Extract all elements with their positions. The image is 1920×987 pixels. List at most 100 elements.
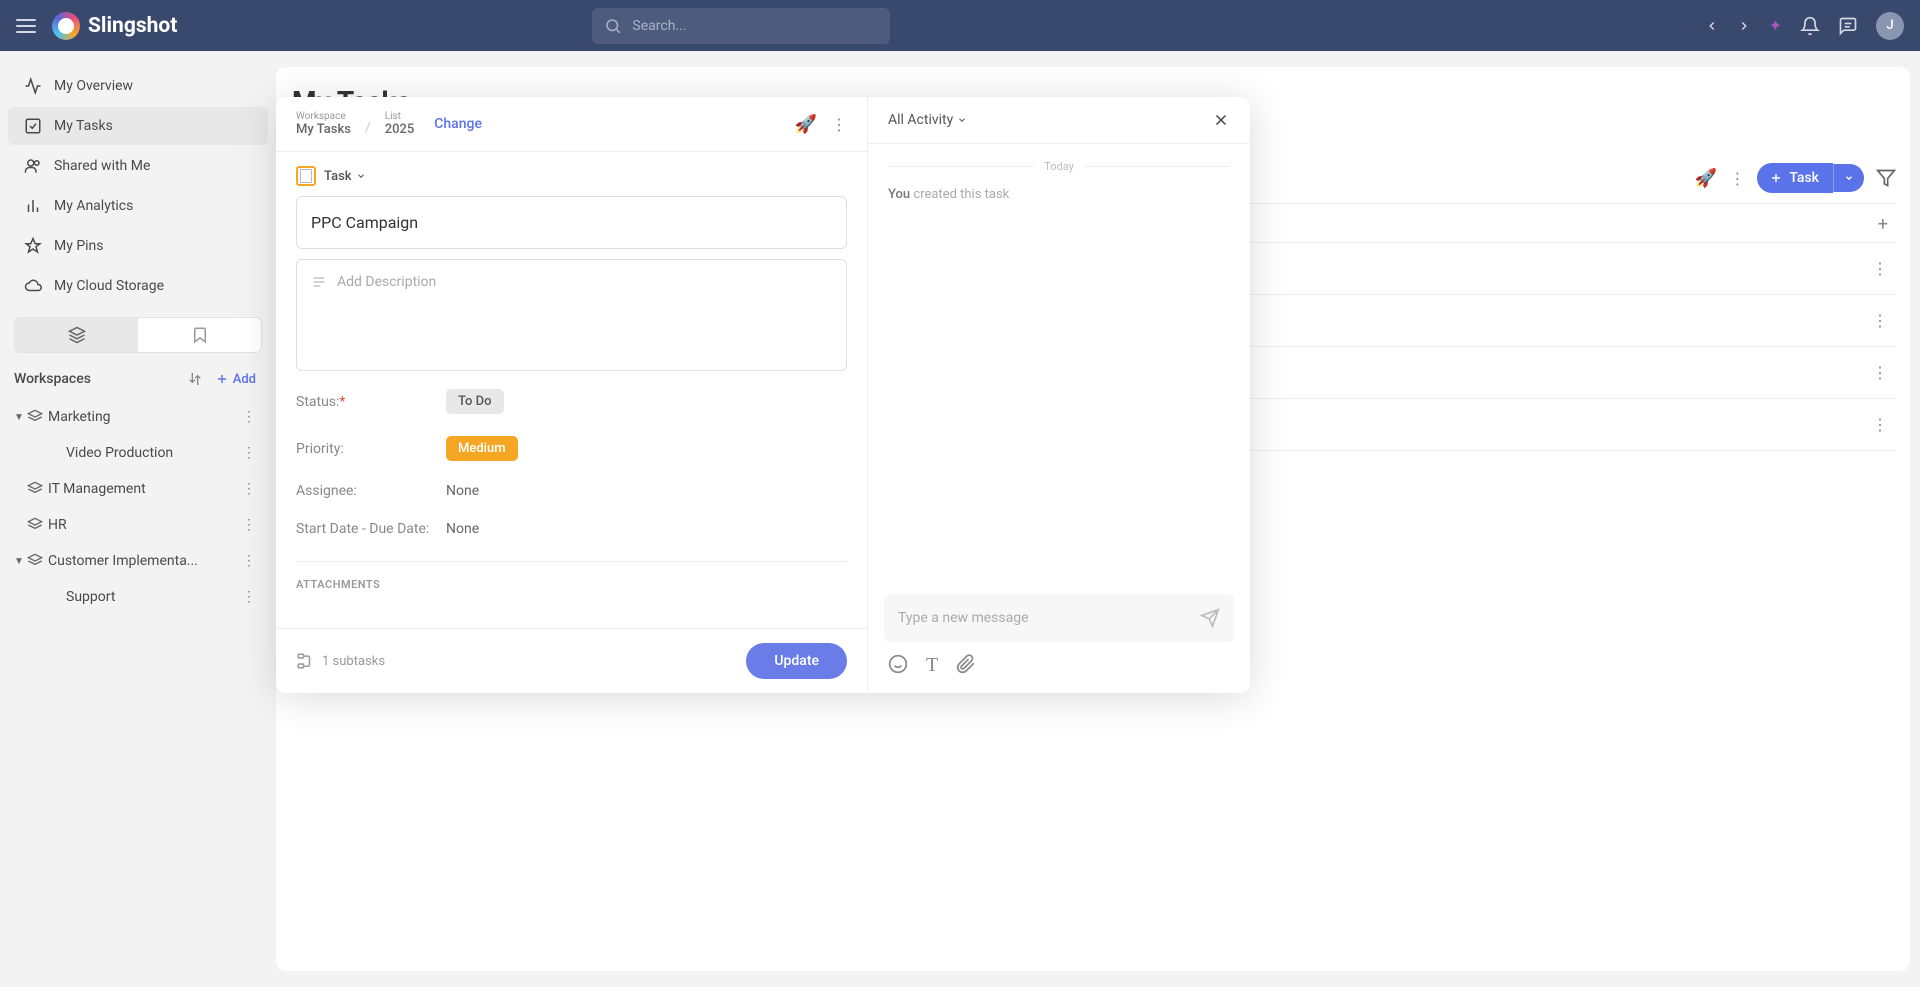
workspace-hr[interactable]: HR⋮	[8, 507, 268, 543]
sidebar-item-overview[interactable]: My Overview	[8, 67, 268, 105]
add-workspace-button[interactable]: Add	[209, 372, 262, 387]
more-icon[interactable]: ⋮	[236, 589, 262, 605]
workspace-customer-impl[interactable]: ▼Customer Implementa...⋮	[8, 543, 268, 579]
dates-value[interactable]: None	[446, 521, 479, 537]
workspaces-header: Workspaces Add	[8, 361, 268, 397]
text-icon	[311, 274, 327, 290]
sidebar-item-label: My Cloud Storage	[54, 278, 164, 294]
workspaces-label: Workspaces	[14, 371, 91, 387]
cloud-icon	[24, 277, 42, 295]
workspace-marketing[interactable]: ▼Marketing⋮	[8, 399, 268, 435]
users-icon	[24, 157, 42, 175]
toggle-workspaces[interactable]	[15, 318, 138, 352]
rocket-icon[interactable]: 🚀	[795, 114, 817, 135]
more-icon[interactable]: ⋮	[236, 517, 262, 533]
send-icon	[1200, 608, 1220, 628]
assignee-value[interactable]: None	[446, 483, 479, 499]
more-icon[interactable]: ⋮	[236, 481, 262, 497]
nav-forward-button[interactable]	[1737, 19, 1751, 33]
logo-text: Slingshot	[88, 14, 177, 38]
sidebar: My Overview My Tasks Shared with Me My A…	[0, 51, 276, 987]
more-icon[interactable]: ⋮	[236, 445, 262, 461]
message-input[interactable]	[898, 610, 1200, 626]
sidebar-item-pins[interactable]: My Pins	[8, 227, 268, 265]
priority-badge[interactable]: Medium	[446, 436, 518, 461]
activity-icon	[24, 77, 42, 95]
task-button[interactable]: Task	[1757, 163, 1833, 193]
more-icon[interactable]: ⋮	[236, 409, 262, 425]
more-icon[interactable]: ⋮	[1729, 169, 1745, 188]
more-icon[interactable]: ⋮	[831, 115, 847, 134]
topbar: Slingshot ✦ J	[0, 0, 1920, 51]
workspace-it-management[interactable]: IT Management⋮	[8, 471, 268, 507]
description-placeholder: Add Description	[337, 274, 436, 356]
rocket-icon[interactable]: 🚀	[1695, 168, 1717, 189]
sidebar-item-label: My Pins	[54, 238, 104, 254]
breadcrumb-workspace-value[interactable]: My Tasks	[296, 122, 351, 137]
sidebar-item-analytics[interactable]: My Analytics	[8, 187, 268, 225]
emoji-button[interactable]	[888, 654, 908, 677]
description-input[interactable]: Add Description	[296, 259, 847, 371]
message-compose[interactable]	[884, 594, 1234, 642]
task-title-input[interactable]	[296, 196, 847, 249]
task-type-icon	[296, 166, 316, 186]
activity-filter-dropdown[interactable]: All Activity	[888, 112, 967, 128]
menu-button[interactable]	[16, 19, 36, 33]
logo[interactable]: Slingshot	[52, 12, 177, 40]
add-column-button[interactable]: +	[1878, 214, 1888, 235]
checkbox-icon	[24, 117, 42, 135]
chart-icon	[24, 197, 42, 215]
messages-icon[interactable]	[1838, 16, 1858, 36]
status-label: Status:*	[296, 394, 446, 410]
attach-button[interactable]	[956, 654, 976, 677]
search-input[interactable]	[632, 18, 878, 34]
close-icon	[1212, 111, 1230, 129]
plus-icon	[215, 372, 229, 386]
subtask-icon	[296, 652, 314, 670]
filter-icon	[1876, 168, 1896, 188]
emoji-icon	[888, 654, 908, 674]
ai-icon[interactable]: ✦	[1769, 16, 1782, 35]
layers-icon	[26, 553, 44, 569]
filter-button[interactable]	[1876, 168, 1896, 188]
toggle-bookmarks[interactable]	[138, 318, 261, 352]
assignee-label: Assignee:	[296, 483, 446, 499]
task-type-dropdown[interactable]: Task	[324, 169, 366, 184]
sidebar-item-shared[interactable]: Shared with Me	[8, 147, 268, 185]
sidebar-item-label: My Overview	[54, 78, 133, 94]
sort-button[interactable]	[181, 371, 209, 387]
more-icon[interactable]: ⋮	[1872, 363, 1888, 382]
update-button[interactable]: Update	[746, 643, 847, 679]
task-modal: WorkspaceMy Tasks / List2025 Change 🚀 ⋮ …	[276, 97, 1250, 693]
pin-icon	[24, 237, 42, 255]
send-button[interactable]	[1200, 608, 1220, 628]
change-link[interactable]: Change	[434, 116, 482, 132]
breadcrumb-list-label: List	[385, 111, 415, 122]
notifications-icon[interactable]	[1800, 16, 1820, 36]
chevron-down-icon	[957, 115, 967, 125]
more-icon[interactable]: ⋮	[1872, 311, 1888, 330]
sidebar-item-label: My Analytics	[54, 198, 133, 214]
nav-back-button[interactable]	[1705, 19, 1719, 33]
workspace-support[interactable]: Support⋮	[8, 579, 268, 615]
more-icon[interactable]: ⋮	[1872, 259, 1888, 278]
plus-icon	[1769, 171, 1783, 185]
status-badge[interactable]: To Do	[446, 389, 504, 414]
layers-icon	[26, 481, 44, 497]
breadcrumb-list-value[interactable]: 2025	[385, 122, 415, 137]
close-button[interactable]	[1212, 111, 1230, 129]
breadcrumb-workspace-label: Workspace	[296, 111, 351, 122]
workspace-video-production[interactable]: Video Production⋮	[8, 435, 268, 471]
subtasks-link[interactable]: 1 subtasks	[296, 652, 385, 670]
more-icon[interactable]: ⋮	[1872, 415, 1888, 434]
chevron-down-icon	[1844, 173, 1854, 183]
sidebar-item-cloud[interactable]: My Cloud Storage	[8, 267, 268, 305]
sidebar-item-my-tasks[interactable]: My Tasks	[8, 107, 268, 145]
search-bar[interactable]	[592, 8, 890, 44]
format-button[interactable]: T	[926, 654, 938, 677]
activity-entry: You created this task	[888, 187, 1230, 202]
more-icon[interactable]: ⋮	[236, 553, 262, 569]
logo-icon	[52, 12, 80, 40]
avatar[interactable]: J	[1876, 12, 1904, 40]
task-dropdown-button[interactable]	[1833, 164, 1864, 192]
